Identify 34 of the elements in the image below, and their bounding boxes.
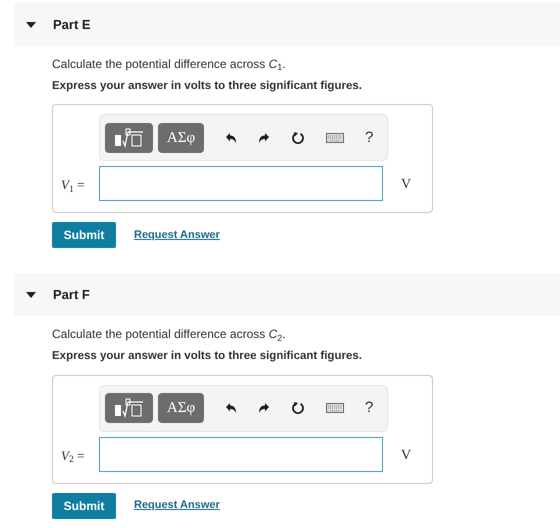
part-title: Part E: [53, 16, 91, 34]
symbols-button[interactable]: ΑΣφ: [158, 393, 204, 423]
template-button[interactable]: [105, 122, 153, 153]
template-button[interactable]: [105, 393, 153, 423]
answer-label: V$_{2}$ =: [61, 446, 84, 465]
reset-icon[interactable]: [291, 130, 305, 145]
request-answer-link[interactable]: Request Answer: [134, 227, 220, 244]
request-answer-link[interactable]: Request Answer: [134, 497, 220, 514]
radical-template-icon: [113, 128, 145, 148]
unit-label: V: [401, 176, 412, 194]
unit-label: V: [401, 446, 412, 464]
help-button[interactable]: ?: [365, 126, 374, 149]
question-text: Calculate the potential difference across C$_{1}$.: [52, 56, 287, 73]
redo-icon[interactable]: [258, 132, 270, 144]
part-title: Part F: [53, 286, 90, 304]
keyboard-icon[interactable]: [326, 132, 344, 143]
submit-button[interactable]: Submit: [52, 222, 116, 248]
answer-label: V$_{1}$ =: [61, 176, 84, 195]
answer-field[interactable]: [99, 436, 383, 472]
part-header[interactable]: Part E: [14, 3, 560, 46]
instruction-text: Express your answer in volts to three significant figures.: [52, 79, 363, 94]
redo-icon[interactable]: [258, 402, 270, 414]
answer-field[interactable]: [99, 166, 383, 202]
radical-template-icon: [113, 398, 145, 418]
submit-button[interactable]: Submit: [52, 492, 116, 518]
undo-icon[interactable]: [225, 402, 237, 414]
part-header[interactable]: Part F: [14, 273, 560, 316]
question-text: Calculate the potential difference across C$_{2}$.: [52, 326, 287, 344]
reset-icon[interactable]: [291, 401, 305, 415]
symbols-button[interactable]: ΑΣφ: [158, 122, 204, 153]
instruction-text: Express your answer in volts to three significant figures.: [52, 349, 363, 364]
help-button[interactable]: ?: [365, 396, 374, 420]
keyboard-icon[interactable]: [326, 403, 344, 413]
undo-icon[interactable]: [225, 132, 237, 144]
